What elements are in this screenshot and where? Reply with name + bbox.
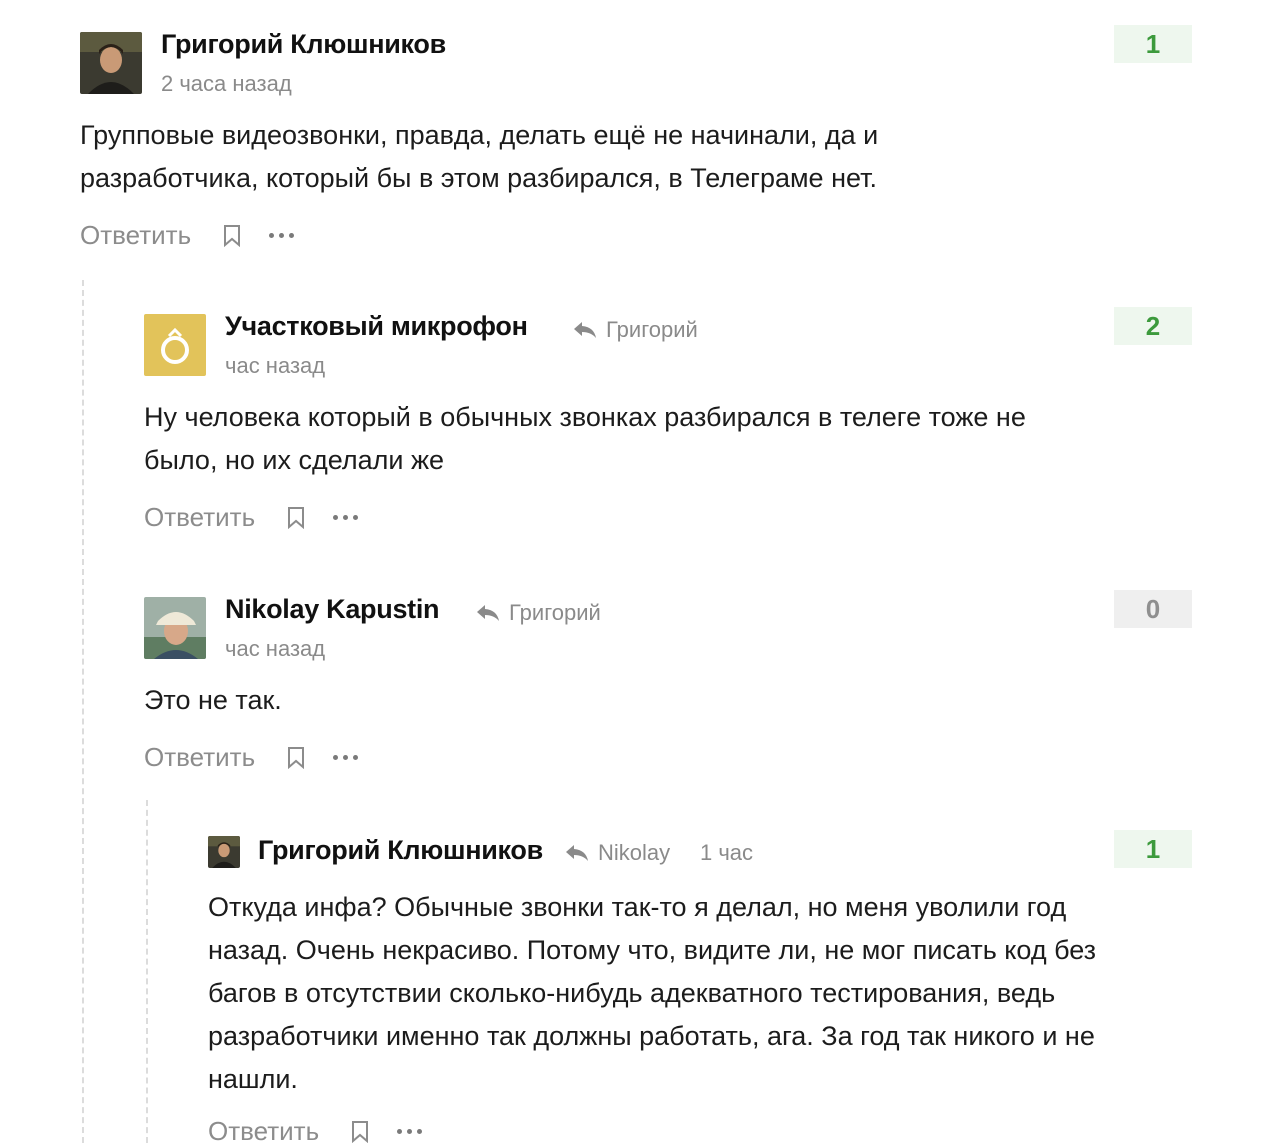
reply-button[interactable]: Ответить [208,1116,319,1147]
thread-line-level-1 [82,280,84,1143]
thread-line-level-2 [146,800,148,1143]
comment-actions: Ответить [144,742,359,773]
avatar[interactable] [80,32,142,94]
comment-text: Откуда инфа? Обычные звонки так-то я дел… [208,892,1097,1094]
comment-time[interactable]: час назад [225,353,325,379]
comment-score[interactable]: 1 [1114,830,1192,868]
more-dots-icon[interactable] [269,233,295,238]
comment-text: Это не так. [144,685,282,715]
more-dots-icon[interactable] [333,515,359,520]
comment-time[interactable]: 1 час [700,840,753,866]
avatar[interactable] [144,314,206,376]
reply-to-name[interactable]: Григорий [606,317,698,343]
more-dots-icon[interactable] [397,1129,423,1134]
user-photo-icon [80,32,142,94]
comment-score[interactable]: 0 [1114,590,1192,628]
more-dots-icon[interactable] [333,755,359,760]
user-photo-icon [144,597,206,659]
reply-to[interactable]: Григорий [572,317,698,343]
comment-actions: Ответить [80,220,295,251]
comment-author[interactable]: Григорий Клюшников [161,29,446,60]
comment-author[interactable]: Участковый микрофон [225,311,528,342]
ring-icon [161,327,189,364]
comment-time[interactable]: 2 часа назад [161,71,292,97]
reply-button[interactable]: Ответить [144,742,255,773]
reply-button[interactable]: Ответить [144,502,255,533]
reply-arrow-icon [566,845,588,861]
comment-actions: Ответить [208,1116,423,1147]
reply-to[interactable]: Nikolay [564,840,670,866]
comment-score[interactable]: 2 [1114,307,1192,345]
bookmark-icon[interactable] [351,1120,369,1143]
comment-text: Ну человека который в обычных звонках ра… [144,402,1026,475]
bookmark-icon[interactable] [287,506,305,529]
comment-actions: Ответить [144,502,359,533]
bookmark-icon[interactable] [223,224,241,247]
reply-button[interactable]: Ответить [80,220,191,251]
comment-score[interactable]: 1 [1114,25,1192,63]
comment-author[interactable]: Григорий Клюшников [258,835,543,866]
avatar[interactable] [208,836,240,868]
comment-time[interactable]: час назад [225,636,325,662]
reply-to-name[interactable]: Григорий [509,600,601,626]
reply-arrow-icon [477,605,499,621]
comment-author[interactable]: Nikolay Kapustin [225,594,440,625]
reply-to[interactable]: Григорий [475,600,601,626]
reply-to-name[interactable]: Nikolay [598,840,670,866]
comment-text: Групповые видеозвонки, правда, делать ещ… [80,120,879,193]
user-photo-icon [208,836,240,868]
bookmark-icon[interactable] [287,746,305,769]
avatar[interactable] [144,597,206,659]
reply-arrow-icon [574,322,596,338]
